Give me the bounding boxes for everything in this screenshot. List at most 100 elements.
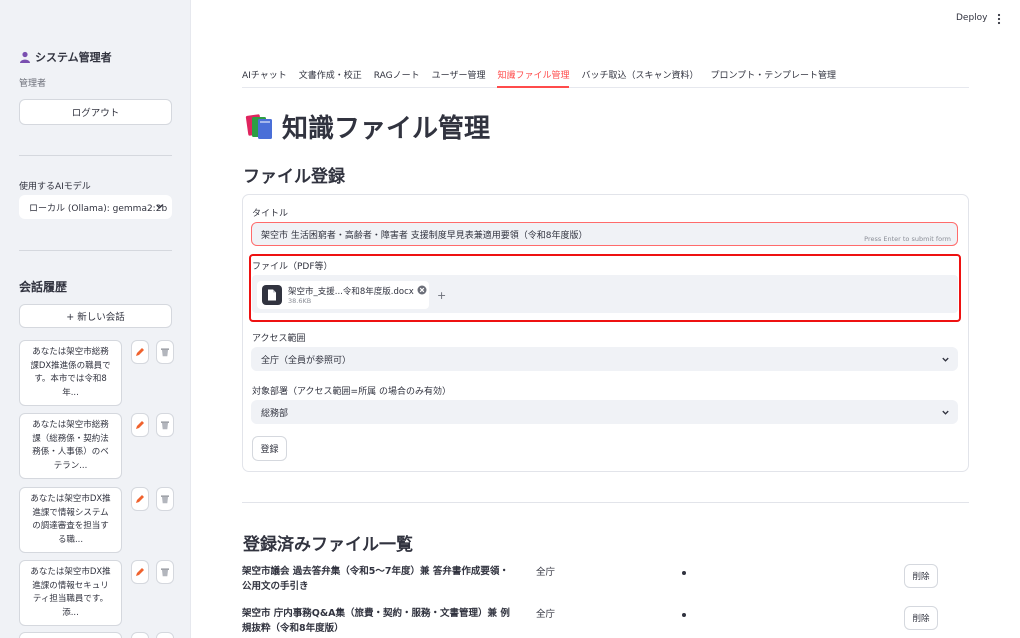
trash-icon	[161, 421, 169, 430]
user-header: システム管理者	[19, 49, 112, 65]
model-value: ローカル (Ollama): gemma2:2b	[29, 203, 168, 214]
sidebar: システム管理者 管理者 ログアウト 使用するAIモデル ローカル (Ollama…	[0, 0, 191, 638]
remove-file-icon[interactable]	[417, 285, 427, 295]
delete-history-button[interactable]	[156, 632, 174, 638]
history-text: 年...	[62, 387, 79, 398]
dept-value: 総務部	[261, 408, 289, 419]
file-label: ファイル（PDF等）	[252, 262, 333, 272]
submit-hint: Press Enter to submit form	[864, 235, 951, 243]
history-item[interactable]: あなたは架空市DX推 進課で情報システム の調達審査を担当す る職...	[19, 487, 122, 553]
logout-button[interactable]: ログアウト	[19, 99, 172, 125]
model-label: 使用するAIモデル	[19, 182, 91, 192]
dept-label: 対象部署（アクセス範囲=所属 の場合のみ有効）	[252, 387, 451, 397]
edit-history-button[interactable]	[131, 632, 149, 638]
edit-history-button[interactable]	[131, 487, 149, 511]
section-divider	[242, 502, 969, 503]
page-title-text: 知識ファイル管理	[282, 114, 491, 144]
chevron-down-icon	[942, 357, 949, 362]
title-input[interactable]: 架空市 生活困窮者・高齢者・障害者 支援制度早見表兼適用要領（令和8年度版） P…	[251, 222, 958, 246]
pencil-icon	[136, 568, 144, 576]
history-text: の調達審査を担当す	[32, 521, 109, 531]
tab-document-editing[interactable]: 文書作成・校正	[299, 66, 362, 88]
history-item[interactable]	[19, 632, 122, 638]
edit-history-button[interactable]	[131, 340, 149, 364]
history-text: 添...	[62, 607, 79, 618]
file-icon	[262, 285, 282, 305]
register-button[interactable]: 登録	[252, 436, 287, 461]
add-file-button[interactable]: +	[437, 289, 446, 302]
access-select[interactable]: 全庁（全員が参照可）	[251, 347, 958, 371]
file-row-title-line: 規抜粋（令和8年度版）	[242, 623, 344, 634]
history-text: る職...	[57, 534, 84, 545]
access-value: 全庁（全員が参照可）	[261, 355, 352, 366]
access-label: アクセス範囲	[252, 334, 306, 344]
tab-rag-notes[interactable]: RAGノート	[374, 66, 420, 88]
delete-history-button[interactable]	[156, 340, 174, 364]
tab-prompt-templates[interactable]: プロンプト・テンプレート管理	[710, 66, 835, 88]
user-icon	[20, 51, 30, 63]
sidebar-divider	[19, 250, 172, 251]
tab-user-management[interactable]: ユーザー管理	[432, 66, 486, 88]
history-text: あなたは架空市総務	[32, 347, 109, 357]
deploy-button[interactable]: Deploy	[956, 13, 988, 23]
chevron-down-icon	[942, 410, 949, 415]
file-row-scope: 全庁	[536, 609, 556, 620]
page-title: 知識ファイル管理	[244, 108, 490, 145]
sidebar-divider	[19, 155, 172, 156]
edit-history-button[interactable]	[131, 413, 149, 437]
more-menu-icon[interactable]	[996, 13, 1002, 25]
file-row-scope: 全庁	[536, 567, 556, 578]
tab-ai-chat[interactable]: AIチャット	[242, 66, 287, 88]
delete-file-button[interactable]: 削除	[904, 606, 938, 630]
history-text: す。本市では令和8	[34, 374, 107, 384]
file-row-title-line: 架空市議会 過去答弁集（令和5〜7年度）兼 答弁書作成要領・	[242, 566, 509, 577]
trash-icon	[161, 348, 169, 357]
history-text: あなたは架空市総務	[32, 420, 109, 430]
user-name: システム管理者	[35, 51, 112, 64]
history-text: 進課の情報セキュリ	[32, 580, 109, 591]
file-row-title: 架空市議会 過去答弁集（令和5〜7年度）兼 答弁書作成要領・ 公用文の手引き	[242, 564, 527, 594]
delete-history-button[interactable]	[156, 413, 174, 437]
user-role: 管理者	[19, 79, 47, 89]
chevron-down-icon	[156, 204, 163, 209]
history-item[interactable]: あなたは架空市総務 課DX推進係の職員で す。本市では令和8 年...	[19, 340, 122, 406]
register-heading: ファイル登録	[243, 167, 345, 187]
history-text: あなたは架空市DX推	[30, 494, 111, 504]
delete-history-button[interactable]	[156, 487, 174, 511]
tab-knowledge-files[interactable]: 知識ファイル管理	[497, 66, 570, 88]
file-row-bullet	[682, 571, 686, 575]
history-item[interactable]: あなたは架空市総務 課（総務係・契約法 務係・人事係）のベ テラン...	[19, 413, 122, 479]
title-input-value: 架空市 生活困窮者・高齢者・障害者 支援制度早見表兼適用要領（令和8年度版）	[261, 230, 588, 241]
history-text: 課（総務係・契約法	[32, 433, 109, 444]
tab-batch-import[interactable]: バッチ取込（スキャン資料）	[581, 66, 698, 88]
trash-icon	[161, 495, 169, 504]
pencil-icon	[136, 348, 144, 356]
edit-history-button[interactable]	[131, 560, 149, 584]
history-text: ティ担当職員です。	[32, 594, 109, 604]
model-select[interactable]: ローカル (Ollama): gemma2:2b	[19, 195, 172, 219]
history-item[interactable]: あなたは架空市DX推 進課の情報セキュリ ティ担当職員です。 添...	[19, 560, 122, 626]
file-row-bullet	[682, 613, 686, 617]
file-size: 38.6KB	[288, 297, 312, 305]
books-icon	[245, 113, 272, 139]
uploaded-file-chip: 架空市_支援...令和8年度版.docx 38.6KB	[257, 281, 429, 309]
title-label: タイトル	[252, 209, 289, 219]
history-text: 課DX推進係の職員で	[30, 360, 111, 371]
file-row-title-line: 公用文の手引き	[242, 581, 309, 592]
history-title: 会話履歴	[19, 280, 68, 294]
delete-file-button[interactable]: 削除	[904, 564, 938, 588]
dept-select[interactable]: 総務部	[251, 400, 958, 424]
pencil-icon	[136, 421, 144, 429]
delete-history-button[interactable]	[156, 560, 174, 584]
trash-icon	[161, 568, 169, 577]
file-row-title: 架空市 庁内事務Q&A集（旅費・契約・服務・文書管理）兼 例 規抜粋（令和8年度…	[242, 606, 527, 636]
history-text: テラン...	[53, 460, 88, 471]
tab-bar: AIチャット 文書作成・校正 RAGノート ユーザー管理 知識ファイル管理 バッ…	[242, 66, 969, 88]
pencil-icon	[136, 495, 144, 503]
history-text: 務係・人事係）のベ	[32, 447, 109, 457]
history-text: 進課で情報システム	[32, 507, 109, 518]
file-row-title-line: 架空市 庁内事務Q&A集（旅費・契約・服務・文書管理）兼 例	[242, 608, 510, 619]
history-text: あなたは架空市DX推	[30, 567, 111, 577]
file-list-heading: 登録済みファイル一覧	[243, 535, 413, 555]
new-chat-button[interactable]: + 新しい会話	[19, 304, 172, 328]
